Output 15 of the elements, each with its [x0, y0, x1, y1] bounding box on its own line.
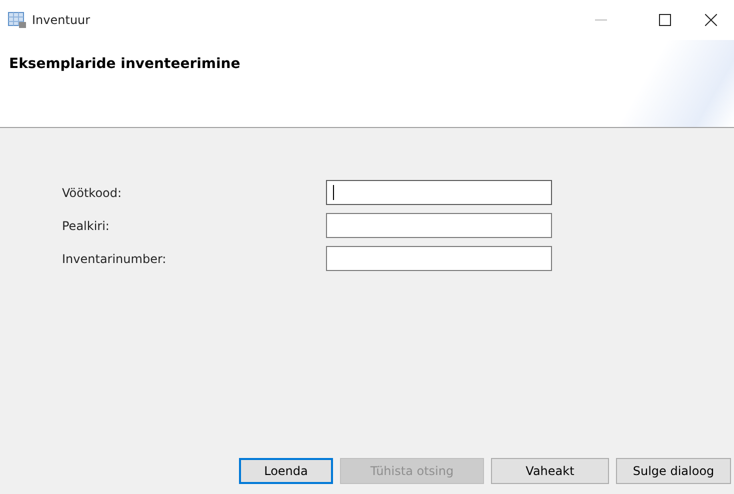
dialog-button[interactable]: Loenda — [239, 458, 333, 484]
maximize-icon — [659, 14, 671, 26]
input-field[interactable] — [326, 213, 552, 238]
close-icon — [705, 14, 717, 26]
dialog-heading: Eksemplaride inventeerimine — [9, 56, 240, 72]
input-field[interactable] — [326, 180, 552, 205]
app-icon — [8, 12, 26, 28]
minimize-icon — [595, 19, 607, 21]
field-label: Inventarinumber: — [62, 252, 168, 266]
dialog-button[interactable]: Sulge dialoog — [616, 458, 731, 484]
window-title: Inventuur — [32, 13, 92, 27]
dialog-button[interactable]: Vaheakt — [491, 458, 609, 484]
field-label: Pealkiri: — [62, 218, 110, 232]
field-label: Vöötkood: — [62, 186, 123, 200]
input-field[interactable] — [326, 246, 552, 271]
